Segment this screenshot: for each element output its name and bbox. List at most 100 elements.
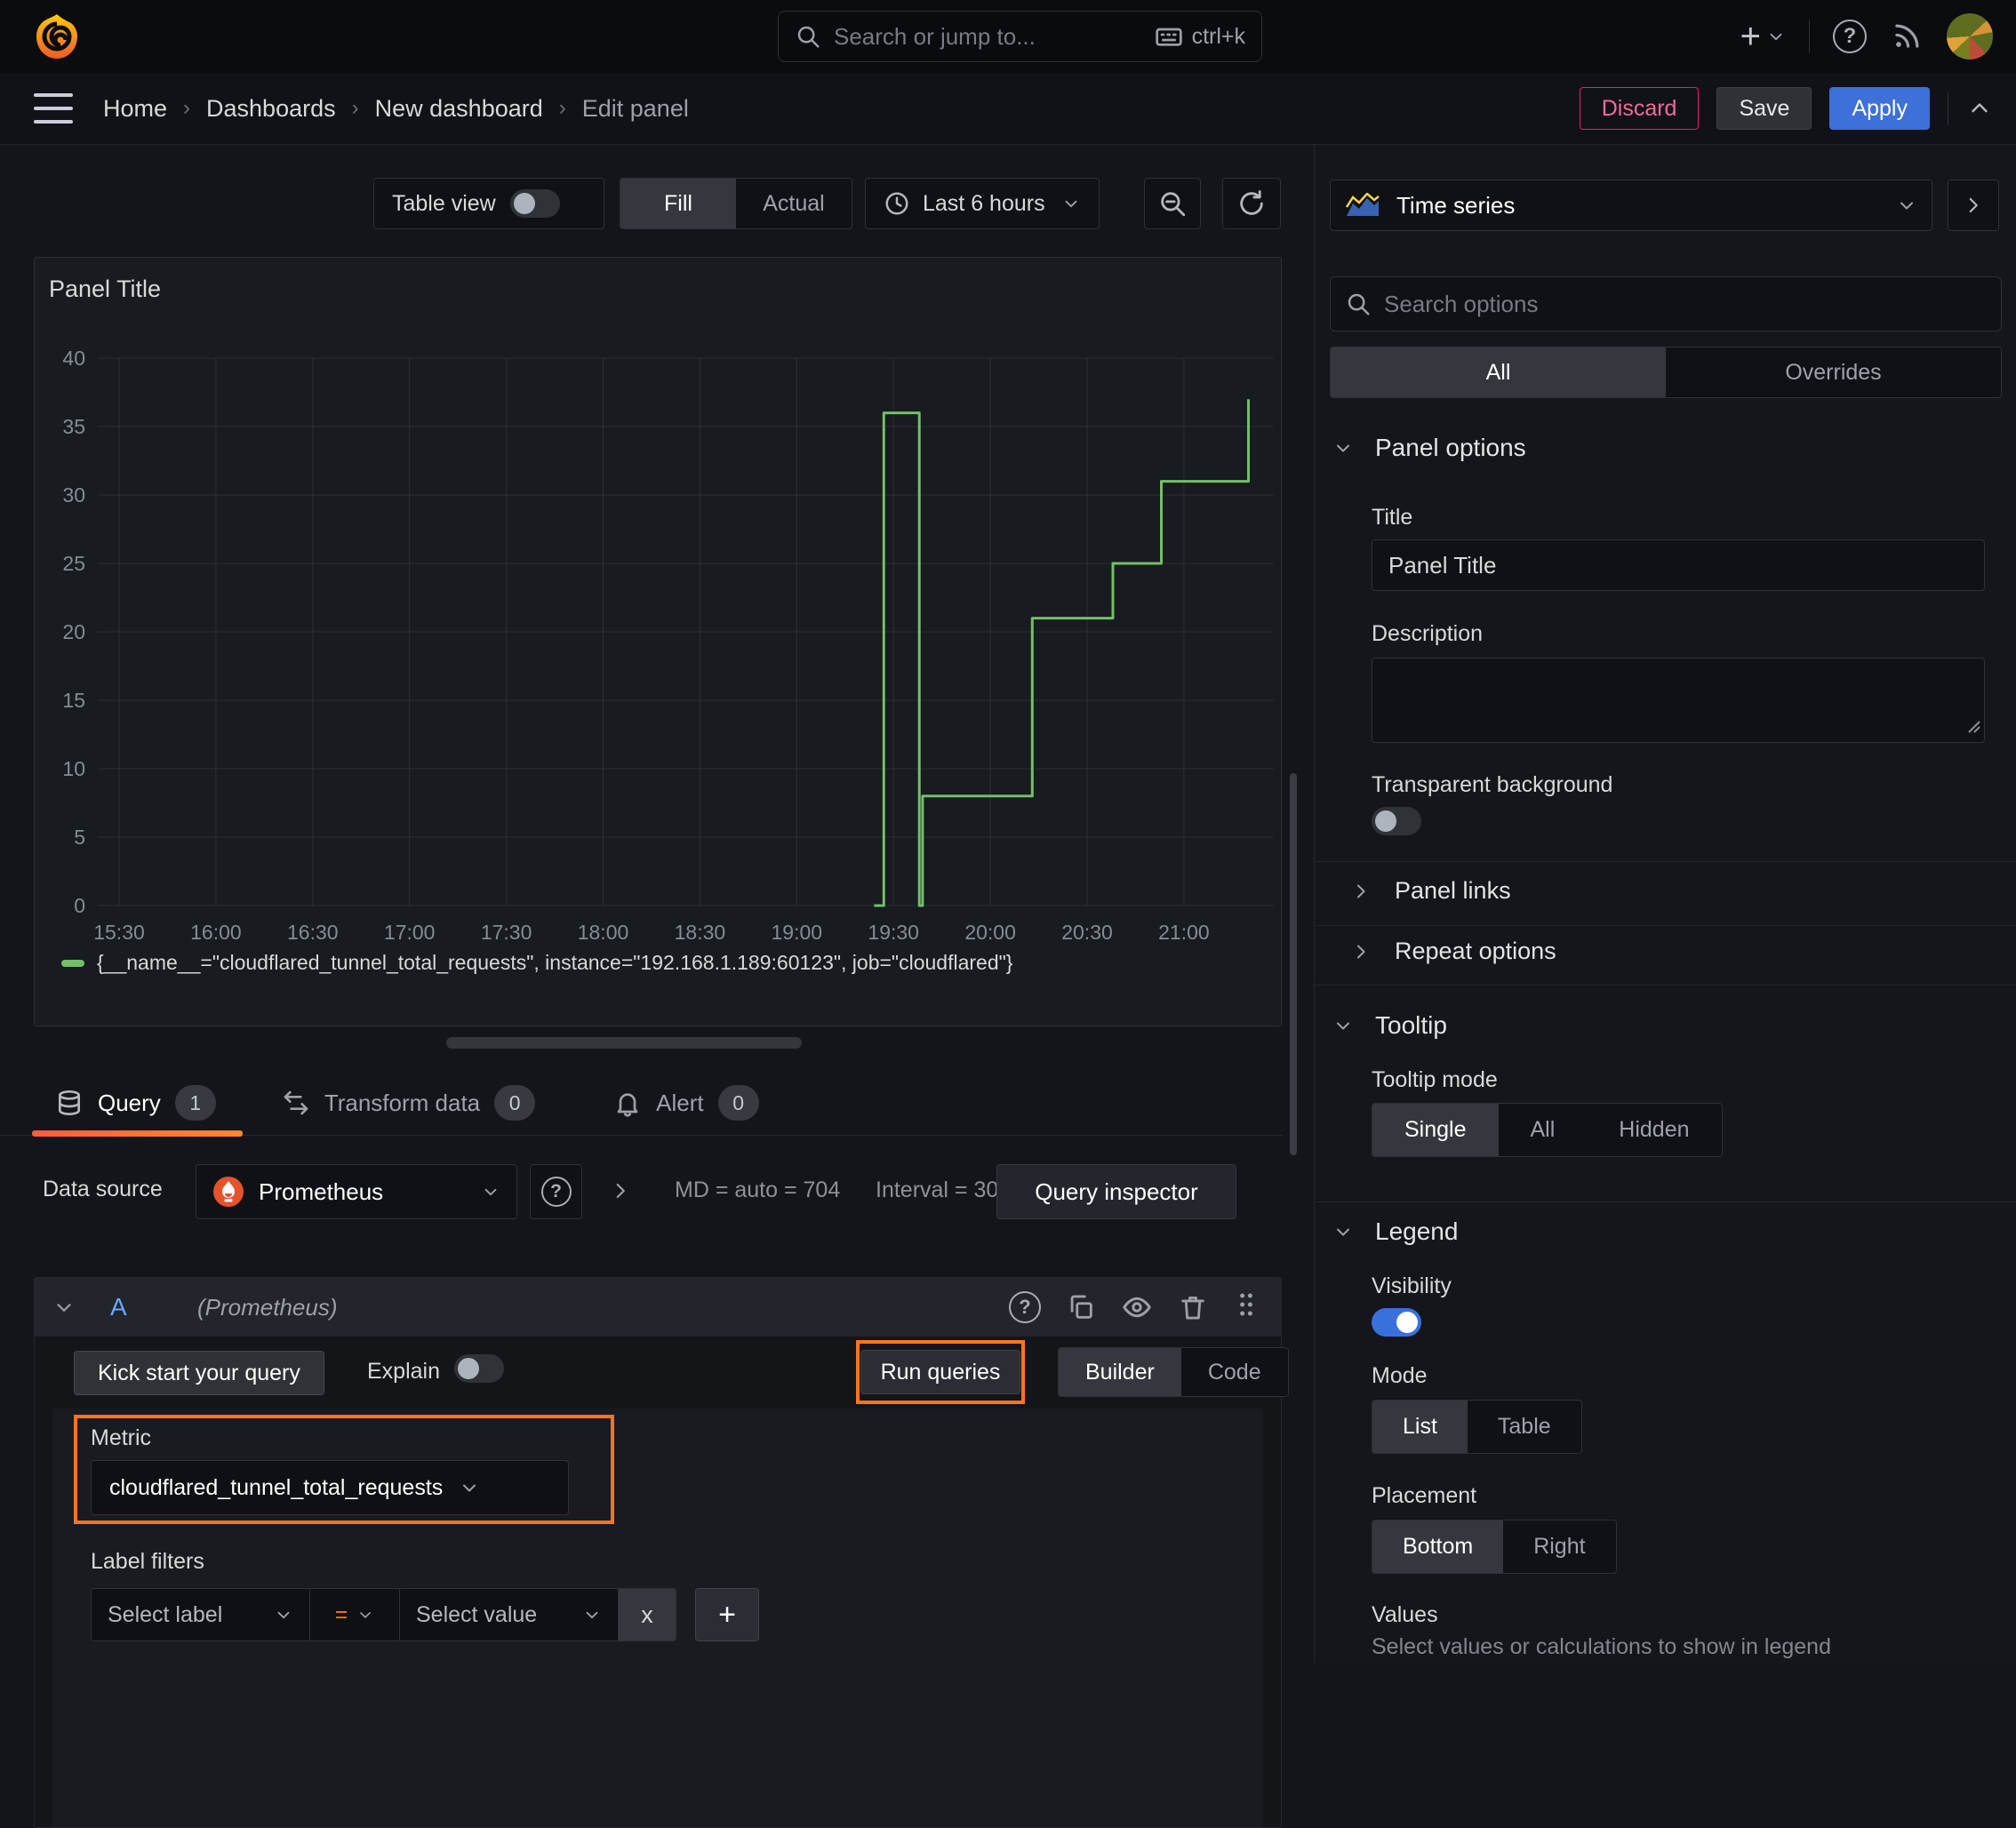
panel-links-section[interactable]: Panel links	[1350, 877, 1511, 905]
refresh-button[interactable]	[1222, 178, 1281, 229]
run-queries-button[interactable]: Run queries	[860, 1350, 1021, 1394]
tooltip-single-option[interactable]: Single	[1372, 1104, 1499, 1156]
panel-title: Panel Title	[49, 275, 162, 302]
help-icon[interactable]: ?	[1833, 20, 1867, 53]
zoom-out-button[interactable]	[1144, 178, 1201, 229]
datasource-value: Prometheus	[259, 1177, 384, 1205]
fill-option[interactable]: Fill	[620, 179, 736, 228]
table-view-toggle[interactable]	[509, 189, 560, 218]
tab-query[interactable]: Query 1	[32, 1071, 243, 1137]
breadcrumb-new-dashboard[interactable]: New dashboard	[375, 95, 543, 123]
delete-query-icon[interactable]	[1178, 1292, 1208, 1322]
select-label-dropdown[interactable]: Select label	[92, 1589, 310, 1640]
tooltip-hidden-option[interactable]: Hidden	[1587, 1104, 1721, 1156]
panel-preview-pane: Table view Fill Actual Last 6 hours Pane…	[0, 145, 1314, 1828]
news-icon[interactable]	[1890, 20, 1924, 53]
tab-transform-data[interactable]: Transform data 0	[255, 1071, 562, 1135]
panel-preview[interactable]: Panel Title 0 5 10 15 20 25 30 35 40 15:30 16:00 16…	[34, 257, 1282, 1026]
legend-list-option[interactable]: List	[1372, 1401, 1468, 1453]
breadcrumb: Home › Dashboards › New dashboard › Edit…	[103, 95, 689, 123]
builder-option[interactable]: Builder	[1059, 1348, 1181, 1396]
query-options-stats[interactable]: MD = auto = 704	[675, 1177, 840, 1203]
query-options-interval[interactable]: Interval = 30s	[876, 1177, 1010, 1203]
panel-resize-handle[interactable]	[446, 1037, 802, 1049]
metric-select[interactable]: cloudflared_tunnel_total_requests	[91, 1460, 569, 1515]
panel-title-input[interactable]	[1372, 539, 1985, 591]
chevron-down-icon	[277, 1611, 290, 1619]
tab-alert-label: Alert	[656, 1089, 704, 1116]
transform-icon	[284, 1090, 308, 1115]
chevron-down-icon	[1770, 33, 1782, 41]
datasource-help-button[interactable]: ?	[530, 1164, 582, 1219]
options-search-input[interactable]	[1384, 290, 1987, 318]
operator-dropdown[interactable]: =	[310, 1589, 400, 1640]
query-help-icon[interactable]: ?	[1009, 1291, 1041, 1323]
divider	[1315, 1201, 2016, 1202]
query-inspector-button[interactable]: Query inspector	[996, 1164, 1236, 1219]
global-search[interactable]: ctrl+k	[778, 11, 1262, 62]
description-textarea[interactable]	[1372, 658, 1985, 743]
panel-options-section[interactable]: Panel options	[1332, 434, 1526, 462]
svg-text:25: 25	[62, 552, 85, 575]
collapse-query-icon[interactable]	[52, 1296, 76, 1319]
legend-table-option[interactable]: Table	[1468, 1401, 1581, 1453]
menu-toggle-icon[interactable]	[34, 93, 73, 124]
tab-alert[interactable]: Alert 0	[587, 1071, 785, 1135]
svg-text:20:30: 20:30	[1061, 921, 1113, 942]
kick-start-button[interactable]: Kick start your query	[74, 1351, 324, 1395]
chevron-right-icon: ›	[351, 96, 359, 120]
select-value-dropdown[interactable]: Select value	[400, 1589, 619, 1640]
datasource-picker[interactable]: Prometheus	[196, 1164, 517, 1219]
query-editor-card: A (Prometheus) ? Kick start your query E…	[34, 1277, 1289, 1828]
chevron-down-icon	[1337, 1228, 1349, 1236]
search-icon	[795, 23, 821, 50]
actual-option[interactable]: Actual	[736, 179, 852, 228]
options-search[interactable]	[1330, 276, 2002, 331]
tooltip-section[interactable]: Tooltip	[1332, 1011, 1447, 1040]
apply-button[interactable]: Apply	[1829, 87, 1930, 130]
drag-handle-icon[interactable]	[1233, 1289, 1260, 1326]
repeat-options-section[interactable]: Repeat options	[1350, 938, 1556, 965]
fit-mode-group: Fill Actual	[620, 178, 852, 229]
time-range-picker[interactable]: Last 6 hours	[865, 178, 1100, 229]
transparent-background-toggle[interactable]	[1372, 807, 1421, 835]
discard-button[interactable]: Discard	[1579, 87, 1700, 130]
collapse-header-icon[interactable]	[1966, 95, 1993, 122]
chevron-right-icon[interactable]	[609, 1179, 632, 1202]
save-button[interactable]: Save	[1716, 87, 1812, 130]
hide-query-icon[interactable]	[1121, 1291, 1153, 1323]
chevron-right-icon: ›	[558, 96, 566, 120]
chart-legend[interactable]: {__name__="cloudflared_tunnel_total_requ…	[61, 951, 1012, 975]
tooltip-mode-group: Single All Hidden	[1372, 1103, 1723, 1157]
grafana-logo-icon[interactable]	[32, 12, 82, 61]
user-avatar[interactable]	[1947, 13, 1993, 60]
chevron-down-icon	[463, 1484, 476, 1492]
chevron-down-icon	[1337, 444, 1349, 452]
search-input[interactable]	[834, 22, 1142, 51]
code-option[interactable]: Code	[1181, 1348, 1288, 1396]
legend-section[interactable]: Legend	[1332, 1217, 1458, 1246]
scrollbar-thumb[interactable]	[1290, 773, 1297, 1155]
tab-overrides[interactable]: Overrides	[1666, 347, 2001, 397]
legend-visibility-toggle[interactable]	[1372, 1308, 1421, 1337]
breadcrumb-home[interactable]: Home	[103, 95, 167, 123]
duplicate-query-icon[interactable]	[1066, 1292, 1096, 1322]
collapse-sidebar-button[interactable]	[1948, 180, 1999, 231]
tooltip-all-option[interactable]: All	[1499, 1104, 1588, 1156]
series-label[interactable]: {__name__="cloudflared_tunnel_total_requ…	[97, 951, 1012, 975]
tab-all[interactable]: All	[1331, 347, 1666, 397]
add-filter-button[interactable]: +	[695, 1588, 759, 1641]
placement-right-option[interactable]: Right	[1503, 1521, 1615, 1573]
visualization-name: Time series	[1396, 191, 1516, 219]
visualization-picker[interactable]: Time series	[1330, 180, 1932, 231]
breadcrumb-dashboards[interactable]: Dashboards	[206, 95, 336, 123]
placement-bottom-option[interactable]: Bottom	[1372, 1521, 1504, 1573]
remove-filter-button[interactable]: x	[619, 1589, 676, 1640]
page-header: Home › Dashboards › New dashboard › Edit…	[0, 73, 2016, 145]
transparent-background-label: Transparent background	[1372, 772, 1613, 797]
series-color-swatch	[61, 959, 84, 967]
new-menu-button[interactable]: +	[1740, 19, 1786, 54]
explain-toggle[interactable]	[454, 1354, 504, 1383]
query-row-header[interactable]: A (Prometheus) ?	[35, 1278, 1281, 1337]
tooltip-mode-label: Tooltip mode	[1372, 1067, 1498, 1092]
